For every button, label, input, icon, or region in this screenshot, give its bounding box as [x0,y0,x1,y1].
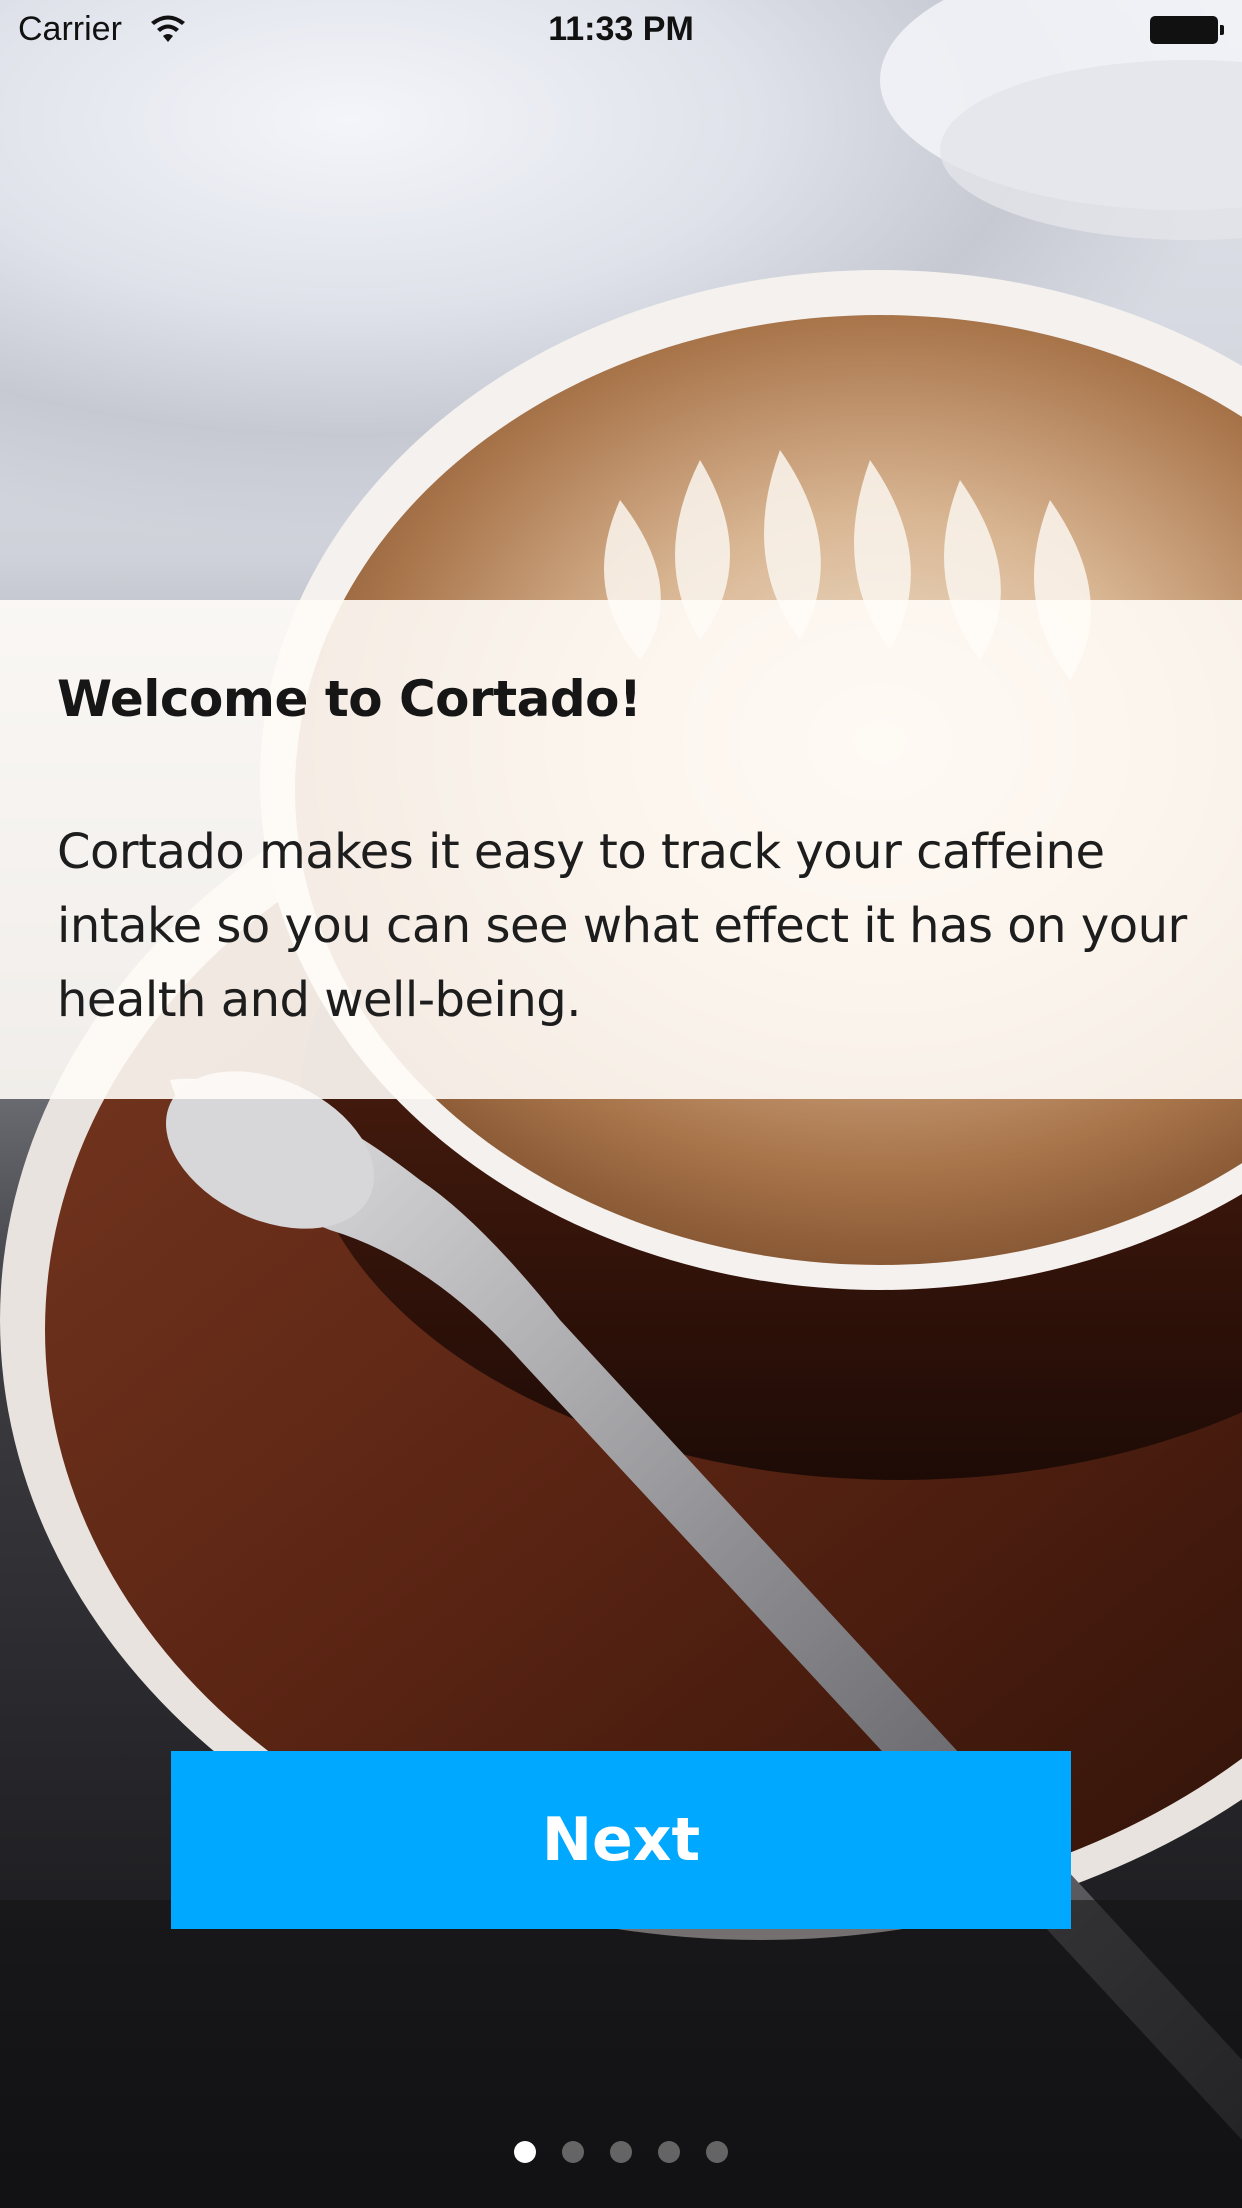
welcome-description: Cortado makes it easy to track your caff… [57,824,1187,1028]
page-dot-3[interactable] [610,2141,632,2163]
status-bar: Carrier 11:33 PM [0,0,1242,60]
page-dot-2[interactable] [562,2141,584,2163]
welcome-title: Welcome to Cortado! [57,670,642,728]
page-dot-4[interactable] [658,2141,680,2163]
battery-icon [1150,16,1224,44]
page-dot-1[interactable] [514,2141,536,2163]
next-button[interactable]: Next [171,1751,1071,1929]
page-indicator[interactable] [0,2141,1242,2163]
onboarding-screen: Carrier 11:33 PM Welcome to Cortado! Cor… [0,0,1242,2208]
page-dot-5[interactable] [706,2141,728,2163]
status-time: 11:33 PM [548,10,694,48]
